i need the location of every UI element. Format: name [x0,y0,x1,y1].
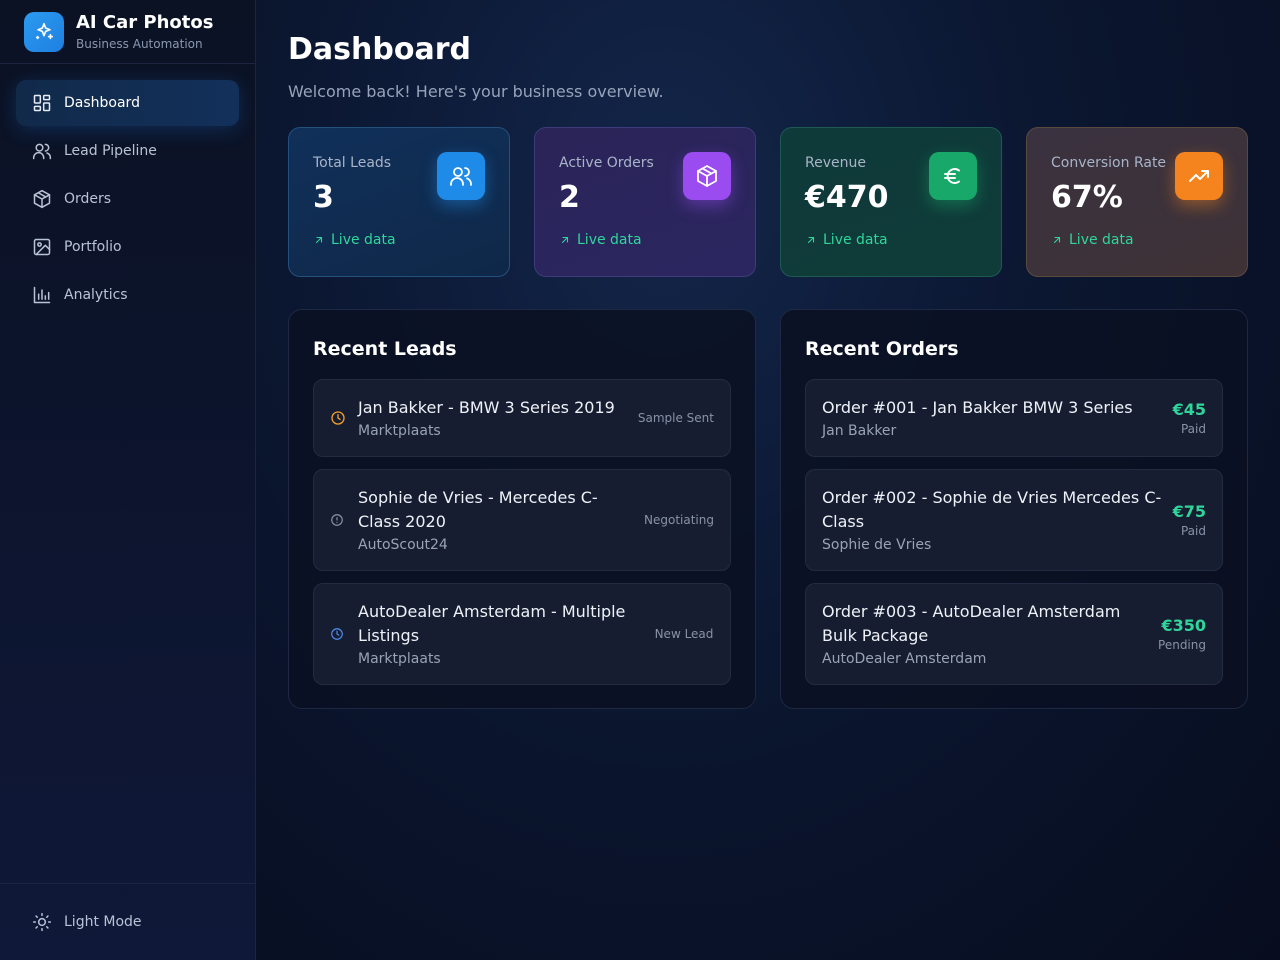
brand-subtitle: Business Automation [76,36,203,51]
lead-row[interactable]: AutoDealer Amsterdam - Multiple Listings… [313,583,731,685]
lead-source: Marktplaats [358,650,441,667]
sidebar-item-label: Analytics [64,287,128,303]
panel-title: Recent Leads [313,338,457,360]
order-state: Pending [1158,637,1206,652]
brand-title: AI Car Photos [76,11,214,33]
sidebar-item-label: Dashboard [64,95,140,111]
order-row[interactable]: Order #003 - AutoDealer Amsterdam Bulk P… [805,583,1223,685]
order-amount: €45 [1172,399,1206,419]
sidebar-item-portfolio[interactable]: Portfolio [16,224,239,270]
grid-icon [33,94,51,112]
order-amount: €75 [1172,501,1206,521]
order-customer: Jan Bakker [822,422,897,439]
order-customer: Sophie de Vries [822,536,932,553]
order-amount: €350 [1161,615,1206,635]
package-icon [33,189,51,209]
app-root: AI Car Photos Business Automation Dashbo… [0,0,1280,960]
main-content: Dashboard Welcome back! Here's your busi… [256,0,1280,960]
lead-status: Negotiating [644,513,714,527]
panels-row: Recent Leads Jan Bakker - BMW 3 Series 2… [288,309,1248,709]
order-list: Order #001 - Jan Bakker BMW 3 Series Jan… [805,379,1223,685]
stat-card-revenue: Revenue €470 Live data [780,127,1002,277]
trending-up-icon [1175,152,1223,200]
sidebar-item-label: Orders [64,191,112,207]
light-mode-toggle[interactable]: Light Mode [16,899,239,945]
users-icon [32,143,52,160]
arrow-up-right-icon [1053,236,1061,244]
arrow-up-right-icon [315,236,323,244]
stat-card-conversion-rate: Conversion Rate 67% Live data [1026,127,1248,277]
lead-row[interactable]: Jan Bakker - BMW 3 Series 2019 Marktplaa… [313,379,731,457]
order-customer: AutoDealer Amsterdam [822,650,987,667]
lead-title: Jan Bakker - BMW 3 Series 2019 [358,397,615,417]
order-title: Order #001 - Jan Bakker BMW 3 Series [822,397,1133,417]
clock-icon [330,627,346,641]
order-title: Order #003 - AutoDealer Amsterdam Bulk P… [822,601,1121,645]
lead-status: Sample Sent [637,411,714,425]
lead-list: Jan Bakker - BMW 3 Series 2019 Marktplaa… [313,379,731,685]
stat-card-total-leads: Total Leads 3 Live data [288,127,510,277]
order-row[interactable]: Order #002 - Sophie de Vries Mercedes C-… [805,469,1223,571]
arrow-up-right-icon [807,236,815,244]
stat-trend: Live data [313,232,485,248]
sidebar-item-lead-pipeline[interactable]: Lead Pipeline [16,128,239,174]
image-icon [33,238,51,256]
arrow-up-right-icon [561,236,569,244]
sidebar-item-label: Portfolio [64,239,122,255]
lead-title: Sophie de Vries - Mercedes C-Class 2020 [358,487,598,531]
sidebar-item-analytics[interactable]: Analytics [16,272,239,318]
euro-icon [929,152,977,200]
lead-row[interactable]: Sophie de Vries - Mercedes C-Class 2020 … [313,469,731,571]
package-icon [683,152,731,200]
page-subtitle: Welcome back! Here's your business overv… [288,82,664,101]
sparkles-icon [24,11,64,52]
lead-title: AutoDealer Amsterdam - Multiple Listings [358,601,626,645]
sidebar-item-orders[interactable]: Orders [16,176,239,222]
sidebar-item-label: Lead Pipeline [64,143,157,159]
brand: AI Car Photos Business Automation [0,0,255,64]
lead-status: New Lead [654,627,714,641]
sidebar-nav: Dashboard Lead Pipeline Orders Portfolio… [0,64,255,334]
order-state: Paid [1180,523,1206,538]
recent-leads-panel: Recent Leads Jan Bakker - BMW 3 Series 2… [288,309,756,709]
sidebar-item-dashboard[interactable]: Dashboard [16,80,239,126]
order-row[interactable]: Order #001 - Jan Bakker BMW 3 Series Jan… [805,379,1223,457]
alert-circle-icon [330,513,346,527]
bar-chart-icon [33,286,51,304]
sidebar: AI Car Photos Business Automation Dashbo… [0,0,256,960]
lead-source: Marktplaats [358,422,441,439]
order-title: Order #002 - Sophie de Vries Mercedes C-… [822,487,1162,531]
users-icon [437,152,485,200]
stat-card-active-orders: Active Orders 2 Live data [534,127,756,277]
clock-icon [330,410,346,426]
light-mode-label: Light Mode [64,914,142,930]
sidebar-footer: Light Mode [0,883,255,960]
recent-orders-panel: Recent Orders Order #001 - Jan Bakker BM… [780,309,1248,709]
stats-row: Total Leads 3 Live data Active Orders 2 [288,127,1248,277]
stat-trend: Live data [1051,232,1223,248]
stat-trend: Live data [805,232,977,248]
sun-icon [32,912,52,932]
order-state: Paid [1180,421,1206,436]
page-title: Dashboard [288,32,471,67]
panel-title: Recent Orders [805,338,959,360]
lead-source: AutoScout24 [358,536,448,553]
stat-trend: Live data [559,232,731,248]
